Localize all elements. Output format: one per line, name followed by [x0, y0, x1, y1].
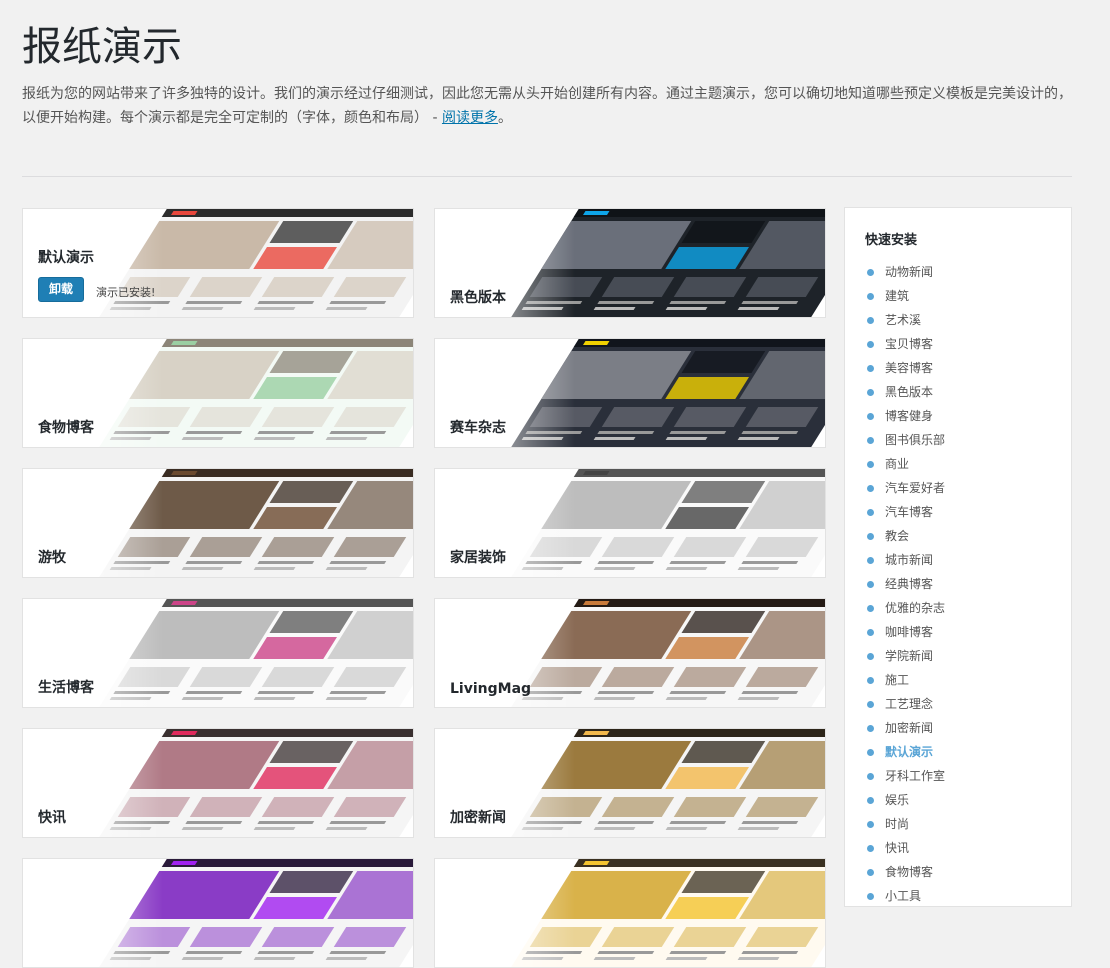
quick-install-panel: 快速安装 动物新闻 建筑 艺术溪 宝贝博客 美容博客 黑色版本 博客健身 图书俱乐部 商业 汽车爱…: [844, 207, 1072, 907]
quick-install-item[interactable]: 图书俱乐部: [867, 428, 945, 452]
quick-install-item[interactable]: 教会: [867, 524, 945, 548]
quick-install-item[interactable]: 牙科工作室: [867, 764, 945, 788]
quick-install-item[interactable]: 动物新闻: [867, 260, 945, 284]
quick-install-list: 动物新闻 建筑 艺术溪 宝贝博客 美容博客 黑色版本 博客健身 图书俱乐部 商业 汽车爱好者 汽车博…: [867, 260, 945, 908]
demo-card[interactable]: [22, 858, 414, 968]
quick-install-item[interactable]: 咖啡博客: [867, 620, 945, 644]
quick-install-item[interactable]: 默认演示: [867, 740, 945, 764]
quick-install-item[interactable]: 经典博客: [867, 572, 945, 596]
demo-name: 快讯: [38, 810, 66, 826]
quick-install-item[interactable]: 城市新闻: [867, 548, 945, 572]
demo-name: 游牧: [38, 550, 66, 566]
uninstall-button[interactable]: 卸载: [38, 277, 85, 302]
demo-card[interactable]: 黑色版本: [434, 208, 826, 318]
quick-install-item[interactable]: 小工具: [867, 884, 945, 908]
demo-name: 生活博客: [38, 680, 94, 696]
quick-install-item[interactable]: 时尚: [867, 812, 945, 836]
demo-card[interactable]: 加密新闻: [434, 728, 826, 838]
quick-install-item[interactable]: 加密新闻: [867, 716, 945, 740]
demo-card[interactable]: 游牧: [22, 468, 414, 578]
demo-name: 加密新闻: [450, 810, 506, 826]
demo-card[interactable]: 赛车杂志: [434, 338, 826, 448]
demo-name: LivingMag: [450, 681, 532, 697]
quick-install-item[interactable]: 娱乐: [867, 788, 945, 812]
intro-text: 报纸为您的网站带来了许多独特的设计。我们的演示经过仔细测试，因此您无需从头开始创…: [22, 86, 1072, 126]
quick-install-item[interactable]: 快讯: [867, 836, 945, 860]
page-title: 报纸演示: [22, 24, 182, 70]
read-more-link[interactable]: 阅读更多: [442, 110, 498, 126]
demo-card[interactable]: 生活博客: [22, 598, 414, 708]
quick-install-item[interactable]: 优雅的杂志: [867, 596, 945, 620]
demo-name: 赛车杂志: [450, 420, 506, 436]
demo-card[interactable]: LivingMag: [434, 598, 826, 708]
demo-thumbnail: [23, 469, 413, 577]
demo-thumbnail: [435, 859, 825, 967]
demo-card[interactable]: [434, 858, 826, 968]
quick-install-item[interactable]: 食物博客: [867, 860, 945, 884]
quick-install-title: 快速安装: [865, 233, 918, 248]
quick-install-item[interactable]: 黑色版本: [867, 380, 945, 404]
demo-thumbnail: [23, 859, 413, 967]
quick-install-item[interactable]: 艺术溪: [867, 308, 945, 332]
demo-grid: 默认演示卸载 演示已安装! 黑色版本食物博客 赛车杂志游牧 家居装饰生活博客 Living…: [22, 208, 826, 968]
quick-install-item[interactable]: 建筑: [867, 284, 945, 308]
demo-card[interactable]: 家居装饰: [434, 468, 826, 578]
quick-install-item[interactable]: 博客健身: [867, 404, 945, 428]
quick-install-item[interactable]: 宝贝博客: [867, 332, 945, 356]
demo-name: 家居装饰: [450, 550, 506, 566]
installed-note: 演示已安装!: [96, 286, 156, 299]
demo-card[interactable]: 默认演示卸载 演示已安装!: [22, 208, 414, 318]
divider: [22, 176, 1072, 177]
demo-card[interactable]: 快讯: [22, 728, 414, 838]
demo-card[interactable]: 食物博客: [22, 338, 414, 448]
quick-install-item[interactable]: 美容博客: [867, 356, 945, 380]
demo-name: 食物博客: [38, 420, 94, 436]
quick-install-item[interactable]: 商业: [867, 452, 945, 476]
demo-name: 黑色版本: [450, 290, 506, 306]
quick-install-item[interactable]: 施工: [867, 668, 945, 692]
quick-install-item[interactable]: 工艺理念: [867, 692, 945, 716]
demo-name: 默认演示: [38, 250, 94, 266]
quick-install-item[interactable]: 汽车爱好者: [867, 476, 945, 500]
demo-thumbnail: [23, 729, 413, 837]
quick-install-item[interactable]: 汽车博客: [867, 500, 945, 524]
quick-install-item[interactable]: 学院新闻: [867, 644, 945, 668]
